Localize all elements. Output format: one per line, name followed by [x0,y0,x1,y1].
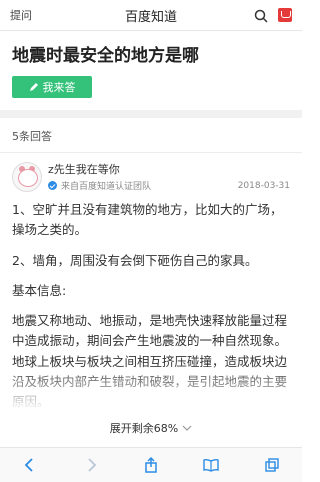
section-divider [0,110,302,118]
answer-date: 2018-03-31 [237,180,290,191]
avatar[interactable] [12,161,42,192]
forward-icon[interactable] [82,456,100,474]
author-source: 来自百度知道认证团队 [61,182,152,192]
answer-author: z先生我在等你 来自百度知道认证团队 2018-03-31 [0,153,302,192]
expand-label: 展开剩余68% [109,422,179,436]
content-fade [0,364,302,413]
pen-icon [29,82,39,92]
tabs-icon[interactable] [263,456,281,474]
answer-paragraph: 基本信息: [12,282,67,298]
expand-more-button[interactable]: 展开剩余68% [0,420,302,436]
search-icon[interactable] [254,8,268,23]
answer-button-label: 我来答 [42,81,76,94]
top-actions [254,8,292,23]
share-icon[interactable] [142,456,160,474]
author-sub: 来自百度知道认证团队 2018-03-31 [48,179,290,192]
question-section: 地震时最安全的地方是哪 我来答 [0,31,302,98]
shopping-bag-icon[interactable] [278,8,292,22]
ask-button[interactable]: 提问 [10,7,32,23]
bookmarks-icon[interactable] [202,456,220,474]
browser-toolbar [0,447,302,482]
back-icon[interactable] [21,456,39,474]
top-bar: 提问 百度知道 [0,0,302,31]
chevron-down-icon [182,423,192,433]
verified-icon [48,181,57,190]
question-title: 地震时最安全的地方是哪 [12,46,199,66]
answers-count: 5条回答 [0,118,302,153]
author-meta: z先生我在等你 来自百度知道认证团队 2018-03-31 [48,161,290,192]
answer-button[interactable]: 我来答 [12,76,92,98]
answer-content: 1、空旷并且没有建筑物的地方，比如大的广场，操场之类的。 2、墙角，周围没有会倒… [0,192,302,413]
answer-paragraph: 1、空旷并且没有建筑物的地方，比如大的广场，操场之类的。 [12,202,283,238]
author-name[interactable]: z先生我在等你 [48,161,290,177]
answer-paragraph: 2、墙角，周围没有会倒下砸伤自己的家具。 [12,252,258,268]
